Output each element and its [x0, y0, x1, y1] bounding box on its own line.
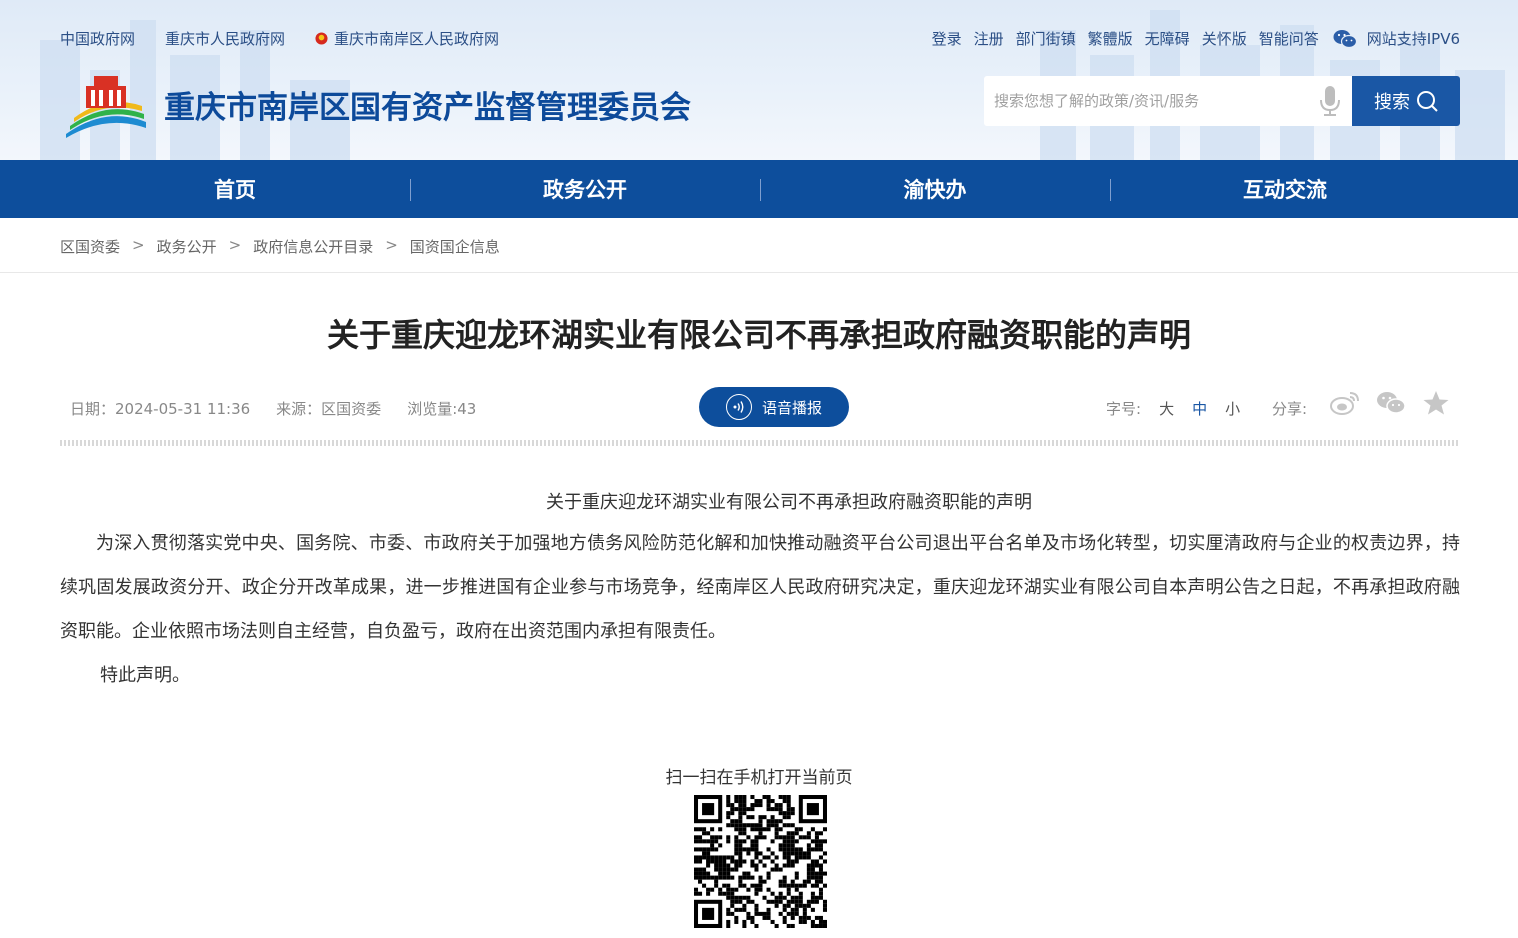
breadcrumb-item[interactable]: 政务公开 — [157, 236, 217, 257]
main-nav: 首页 政务公开 渝快办 互动交流 — [0, 160, 1518, 218]
search-input[interactable] — [984, 76, 1304, 126]
link-nanan-gov[interactable]: 重庆市南岸区人民政府网 — [315, 28, 499, 49]
article-views: 浏览量:43 — [407, 400, 477, 418]
article-title: 关于重庆迎龙环湖实业有限公司不再承担政府融资职能的声明 — [326, 316, 1191, 354]
article-date: 日期：2024-05-31 11:36 — [70, 400, 251, 418]
share-label: 分享: — [1272, 400, 1308, 418]
body-closing: 特此声明。 — [100, 665, 190, 686]
top-links-left: 中国政府网 重庆市人民政府网 重庆市南岸区人民政府网 — [60, 28, 529, 49]
qr-code-icon — [694, 795, 827, 928]
wechat-icon[interactable] — [1333, 29, 1357, 49]
breadcrumb-item[interactable]: 政府信息公开目录 — [253, 236, 373, 257]
breadcrumb-divider — [0, 272, 1518, 273]
search-box — [984, 76, 1352, 126]
meta-divider — [60, 440, 1460, 446]
nav-home[interactable]: 首页 — [60, 160, 410, 218]
elderly-care-link[interactable]: 关怀版 — [1202, 28, 1247, 49]
nav-interaction[interactable]: 互动交流 — [1110, 160, 1460, 218]
logo-icon — [66, 76, 146, 138]
search-icon — [1417, 91, 1438, 112]
login-link[interactable]: 登录 — [932, 28, 962, 49]
link-nanan-gov-label: 重庆市南岸区人民政府网 — [334, 30, 500, 48]
font-size-label: 字号: — [1106, 400, 1142, 418]
font-size-small[interactable]: 小 — [1225, 398, 1240, 419]
voice-broadcast-button[interactable]: 语音播报 — [699, 387, 849, 427]
body-paragraph: 为深入贯彻落实党中央、国务院、市委、市政府关于加强地方债务风险防范化解和加快推动… — [60, 533, 1460, 642]
traditional-chinese-link[interactable]: 繁體版 — [1088, 28, 1133, 49]
favorite-star-icon[interactable] — [1422, 390, 1450, 416]
top-links-right: 登录 注册 部门街镇 繁體版 无障碍 关怀版 智能问答 网站支持IPV6 — [920, 28, 1460, 49]
link-chongqing-gov[interactable]: 重庆市人民政府网 — [165, 28, 285, 49]
accessibility-link[interactable]: 无障碍 — [1145, 28, 1190, 49]
font-size-medium[interactable]: 中 — [1192, 398, 1207, 419]
article-source: 来源：区国资委 — [276, 400, 382, 418]
breadcrumb-item[interactable]: 国资国企信息 — [410, 236, 500, 257]
body-heading: 关于重庆迎龙环湖实业有限公司不再承担政府融资职能的声明 — [546, 492, 1032, 513]
article-meta: 日期：2024-05-31 11:36 来源：区国资委 浏览量:43 — [70, 398, 502, 419]
qr-label: 扫一扫在手机打开当前页 — [665, 768, 853, 788]
nav-gov-affairs[interactable]: 政务公开 — [410, 160, 760, 218]
voice-icon — [725, 394, 752, 420]
font-size-large[interactable]: 大 — [1159, 398, 1174, 419]
breadcrumb-separator: > — [385, 236, 398, 254]
share-icons — [1330, 390, 1466, 416]
search-button[interactable]: 搜索 — [1352, 76, 1460, 126]
microphone-icon[interactable] — [1319, 85, 1341, 117]
smart-qa-link[interactable]: 智能问答 — [1259, 28, 1319, 49]
header: 中国政府网 重庆市人民政府网 重庆市南岸区人民政府网 登录 注册 部门街镇 繁體… — [0, 0, 1518, 160]
search-button-label: 搜索 — [1374, 92, 1410, 113]
wechat-share-icon[interactable] — [1376, 390, 1406, 416]
font-size-control: 字号: 大 中 小 — [1106, 398, 1240, 419]
breadcrumb-item[interactable]: 区国资委 — [60, 236, 120, 257]
emblem-icon — [315, 32, 328, 45]
breadcrumb: 区国资委 > 政务公开 > 政府信息公开目录 > 国资国企信息 — [60, 236, 500, 257]
site-title[interactable]: 重庆市南岸区国有资产监督管理委员会 — [164, 82, 691, 127]
voice-broadcast-label: 语音播报 — [761, 398, 822, 417]
breadcrumb-separator: > — [228, 236, 242, 254]
weibo-icon[interactable] — [1330, 390, 1360, 416]
link-china-gov[interactable]: 中国政府网 — [60, 28, 135, 49]
nav-yukuaiban[interactable]: 渝快办 — [760, 160, 1110, 218]
register-link[interactable]: 注册 — [974, 28, 1004, 49]
breadcrumb-separator: > — [132, 236, 145, 254]
ipv6-label: 网站支持IPV6 — [1366, 30, 1460, 48]
departments-link[interactable]: 部门街镇 — [1016, 28, 1076, 49]
